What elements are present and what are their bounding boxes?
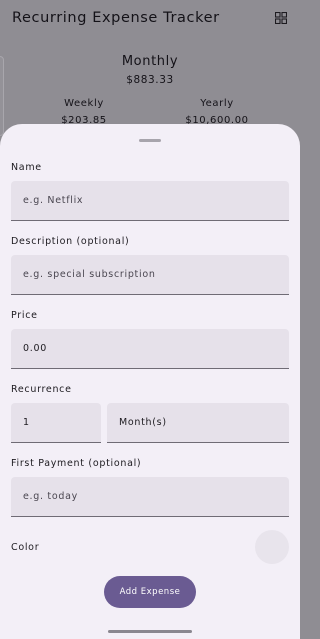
drag-handle[interactable] bbox=[139, 139, 161, 142]
first-payment-label: First Payment (optional) bbox=[11, 458, 142, 469]
recurrence-unit-value: Month(s) bbox=[119, 417, 167, 428]
color-picker-swatch[interactable] bbox=[255, 530, 289, 564]
name-label: Name bbox=[11, 162, 42, 173]
grid-icon[interactable] bbox=[275, 12, 287, 24]
recurrence-count-value: 1 bbox=[23, 417, 30, 428]
name-input[interactable] bbox=[11, 181, 289, 220]
name-field-container bbox=[11, 181, 289, 221]
first-payment-input[interactable] bbox=[11, 477, 289, 516]
recurrence-label: Recurrence bbox=[11, 384, 72, 395]
price-field[interactable]: 0.00 bbox=[11, 329, 289, 369]
app-bar: Recurring Expense Tracker bbox=[0, 0, 300, 40]
first-payment-field-container bbox=[11, 477, 289, 517]
summary-monthly-label: Monthly bbox=[121, 54, 179, 69]
recurrence-unit-dropdown[interactable]: Month(s) bbox=[107, 403, 289, 443]
description-label: Description (optional) bbox=[11, 236, 130, 247]
summary-yearly-label: Yearly bbox=[200, 98, 234, 109]
color-label: Color bbox=[11, 542, 40, 553]
add-expense-sheet: Name Description (optional) Price 0.00 R… bbox=[0, 124, 300, 639]
recurrence-count-field[interactable]: 1 bbox=[11, 403, 101, 443]
description-input[interactable] bbox=[11, 255, 289, 294]
summary-monthly-value: $883.33 bbox=[126, 74, 174, 86]
add-expense-button[interactable]: Add Expense bbox=[104, 576, 196, 608]
price-label: Price bbox=[11, 310, 38, 321]
app-title: Recurring Expense Tracker bbox=[12, 10, 220, 26]
description-field-container bbox=[11, 255, 289, 295]
gesture-navigation-bar[interactable] bbox=[108, 630, 192, 633]
price-value: 0.00 bbox=[23, 343, 47, 354]
summary-weekly-label: Weekly bbox=[64, 98, 104, 109]
